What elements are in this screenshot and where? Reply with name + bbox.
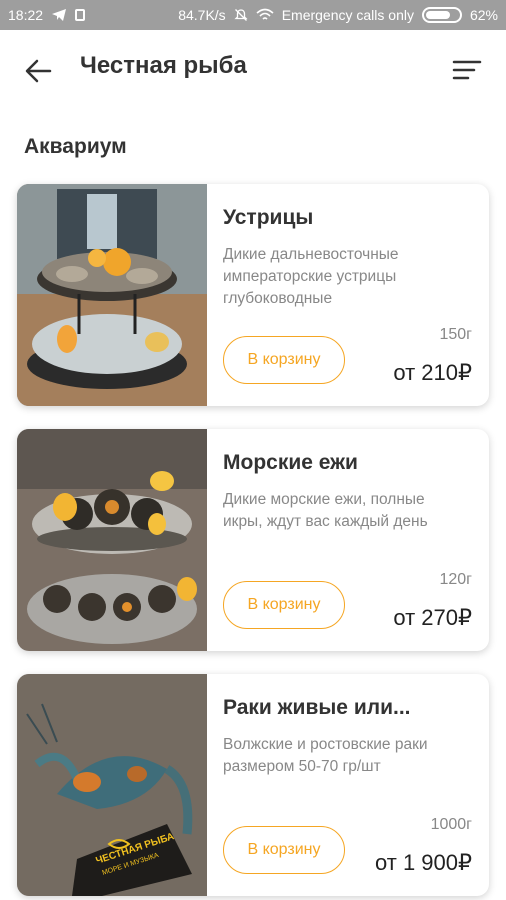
product-card-crayfish[interactable]: ЧЕСТНАЯ РЫБА МОРЕ И МУЗЫКА Раки живые ил… bbox=[17, 674, 489, 896]
sort-lines-icon[interactable] bbox=[452, 58, 482, 82]
app-bar: Честная рыба bbox=[0, 30, 506, 110]
arrow-left-icon[interactable] bbox=[24, 56, 54, 86]
product-price: от 1 900₽ bbox=[375, 850, 472, 875]
battery-icon bbox=[421, 7, 462, 23]
product-name: Устрицы bbox=[223, 206, 314, 229]
telegram-icon bbox=[52, 9, 67, 21]
wifi-icon bbox=[256, 8, 274, 20]
product-name: Морские ежи bbox=[223, 451, 358, 474]
product-card-sea-urchins[interactable]: Морские ежи Дикие морские ежи, полные ик… bbox=[17, 429, 489, 651]
carrier-text: Emergency calls only bbox=[281, 7, 414, 23]
battery-percent: 62% bbox=[469, 7, 498, 23]
sim-icon bbox=[75, 9, 86, 21]
product-weight: 150г bbox=[439, 326, 472, 343]
product-card-oysters[interactable]: Устрицы Дикие дальневосточные императорс… bbox=[17, 184, 489, 406]
add-to-cart-button[interactable]: В корзину bbox=[223, 581, 345, 629]
product-weight: 120г bbox=[439, 571, 472, 588]
crayfish-photo: ЧЕСТНАЯ РЫБА МОРЕ И МУЗЫКА bbox=[17, 674, 207, 896]
add-to-cart-button[interactable]: В корзину bbox=[223, 826, 345, 874]
product-description: Дикие дальневосточные императорские устр… bbox=[223, 246, 399, 307]
page-title: Честная рыба bbox=[80, 52, 247, 79]
oysters-photo bbox=[17, 184, 207, 406]
status-bar: 18:22 84.7K/s Emergency calls only 62% bbox=[0, 0, 506, 30]
mute-icon bbox=[234, 9, 248, 21]
product-price: от 270₽ bbox=[393, 605, 472, 630]
product-description: Волжские и ростовские раки размером 50-7… bbox=[223, 736, 428, 775]
product-description: Дикие морские ежи, полные икры, ждут вас… bbox=[223, 491, 428, 530]
product-price: от 210₽ bbox=[393, 360, 472, 385]
add-to-cart-button[interactable]: В корзину bbox=[223, 336, 345, 384]
product-weight: 1000г bbox=[430, 816, 472, 833]
network-speed: 84.7K/s bbox=[178, 7, 226, 23]
status-time: 18:22 bbox=[8, 7, 44, 23]
sea-urchins-photo bbox=[17, 429, 207, 651]
section-title: Аквариум bbox=[24, 135, 127, 158]
product-name: Раки живые или... bbox=[223, 696, 411, 719]
